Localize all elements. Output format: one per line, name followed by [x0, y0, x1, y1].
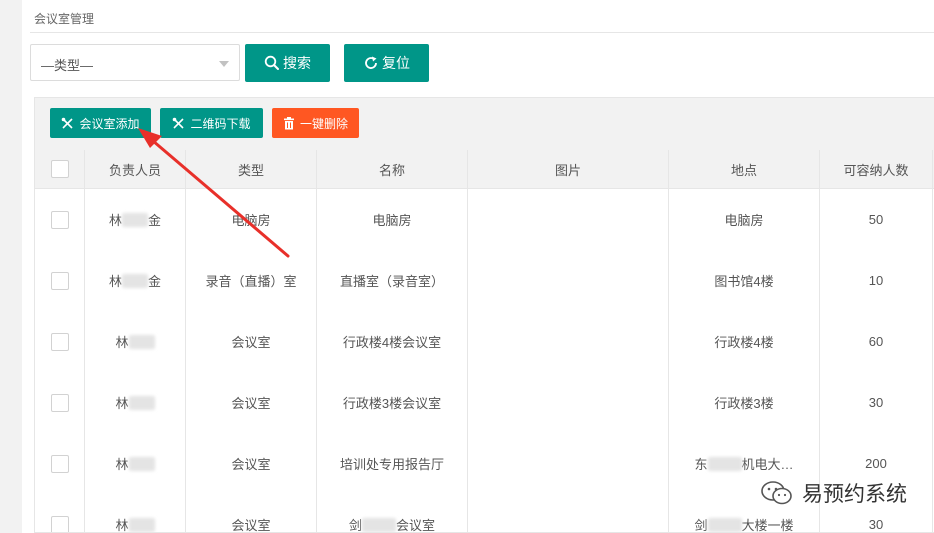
table-row[interactable]: 林 会议室 行政楼3楼会议室 行政楼3楼 30 — [35, 372, 934, 434]
table-toolbar: 会议室添加 二维码下载 一键删除 — [35, 98, 934, 151]
table-header: 负责人员 类型 名称 图片 地点 可容纳人数 — [35, 150, 934, 189]
capacity-cell: 50 — [820, 189, 933, 250]
type-select-value: —类型— — [41, 58, 94, 73]
person-cell: 林 — [115, 335, 129, 350]
name-cell: 电脑房 — [317, 189, 468, 250]
redacted-mask — [128, 517, 155, 532]
refresh-icon — [365, 56, 377, 69]
add-room-label: 会议室添加 — [79, 116, 140, 131]
type-cell: 会议室 — [186, 494, 317, 532]
name-cell-head: 剑 — [348, 518, 362, 533]
type-cell: 会议室 — [186, 372, 317, 433]
redacted-mask — [122, 212, 148, 227]
location-cell: 图书馆4楼 — [669, 250, 820, 311]
title-divider — [30, 32, 934, 33]
room-table: 会议室添加 二维码下载 一键删除 负责人员 类型 名称 图片 地点 可容纳人数 … — [34, 97, 934, 533]
name-cell: 行政楼3楼会议室 — [317, 372, 468, 433]
redacted-mask — [362, 517, 396, 532]
reset-button[interactable]: 复位 — [344, 44, 429, 82]
name-cell: 直播室（录音室） — [317, 250, 468, 311]
location-cell-head: 剑 — [694, 518, 708, 533]
capacity-cell: 30 — [820, 372, 933, 433]
image-cell — [468, 372, 669, 433]
location-cell: 行政楼4楼 — [669, 311, 820, 372]
search-icon — [264, 55, 279, 70]
table-row[interactable]: 林 金 电脑房 电脑房 电脑房 50 — [35, 189, 934, 251]
type-cell: 会议室 — [186, 433, 317, 494]
trash-icon — [283, 116, 294, 129]
wechat-icon — [761, 481, 792, 505]
person-cell: 林 — [115, 457, 129, 472]
search-button[interactable]: 搜索 — [245, 44, 330, 82]
image-cell — [468, 189, 669, 250]
column-header-type[interactable]: 类型 — [186, 150, 317, 188]
type-cell: 电脑房 — [186, 189, 317, 250]
tools-icon — [173, 117, 185, 129]
column-header-image[interactable]: 图片 — [468, 150, 669, 188]
redacted-mask — [707, 456, 742, 471]
column-header-person[interactable]: 负责人员 — [85, 150, 186, 188]
row-checkbox[interactable] — [50, 515, 69, 532]
left-sidebar-strip — [0, 0, 22, 533]
chevron-down-icon — [219, 61, 229, 67]
name-cell: 培训处专用报告厅 — [317, 433, 468, 494]
row-checkbox[interactable] — [50, 210, 69, 229]
image-cell — [468, 494, 669, 532]
type-select[interactable]: —类型— — [30, 44, 240, 81]
image-cell — [468, 250, 669, 311]
reset-button-label: 复位 — [382, 55, 410, 71]
person-cell: 林 — [115, 518, 129, 533]
bulk-delete-label: 一键删除 — [299, 116, 348, 131]
qr-download-label: 二维码下载 — [190, 116, 251, 131]
person-cell-tail: 金 — [148, 274, 162, 289]
redacted-mask — [122, 273, 148, 288]
type-cell: 会议室 — [186, 311, 317, 372]
location-cell: 大楼一楼 — [741, 518, 794, 533]
tools-icon — [62, 117, 74, 129]
person-cell: 林 — [108, 274, 122, 289]
watermark: 易预约系统 — [760, 478, 907, 508]
row-checkbox[interactable] — [50, 393, 69, 412]
row-checkbox[interactable] — [50, 271, 69, 290]
redacted-mask — [128, 395, 155, 410]
image-cell — [468, 311, 669, 372]
search-button-label: 搜索 — [283, 55, 311, 71]
add-room-button[interactable]: 会议室添加 — [50, 108, 151, 138]
capacity-cell: 10 — [820, 250, 933, 311]
redacted-mask — [128, 456, 155, 471]
location-cell: 行政楼3楼 — [669, 372, 820, 433]
column-header-location[interactable]: 地点 — [669, 150, 820, 188]
person-cell: 林 — [108, 213, 122, 228]
name-cell: 行政楼4楼会议室 — [317, 311, 468, 372]
table-row[interactable]: 林 金 录音（直播）室 直播室（录音室） 图书馆4楼 10 — [35, 250, 934, 312]
select-all-checkbox[interactable] — [50, 160, 69, 178]
location-cell: 机电大… — [741, 457, 794, 472]
name-cell: 会议室 — [396, 518, 436, 533]
column-header-capacity[interactable]: 可容纳人数 — [820, 150, 933, 188]
image-cell — [468, 433, 669, 494]
row-checkbox[interactable] — [50, 454, 69, 473]
page-title: 会议室管理 — [34, 12, 95, 26]
watermark-text: 易预约系统 — [802, 483, 907, 506]
redacted-mask — [707, 517, 742, 532]
location-cell-head: 东 — [694, 457, 708, 472]
type-cell: 录音（直播）室 — [186, 250, 317, 311]
person-cell-tail: 金 — [148, 213, 162, 228]
redacted-mask — [128, 334, 155, 349]
row-checkbox[interactable] — [50, 332, 69, 351]
table-row[interactable]: 林 会议室 行政楼4楼会议室 行政楼4楼 60 — [35, 311, 934, 373]
column-header-name[interactable]: 名称 — [317, 150, 468, 188]
person-cell: 林 — [115, 396, 129, 411]
bulk-delete-button[interactable]: 一键删除 — [272, 108, 359, 138]
capacity-cell: 60 — [820, 311, 933, 372]
location-cell: 电脑房 — [669, 189, 820, 250]
qr-download-button[interactable]: 二维码下载 — [160, 108, 263, 138]
